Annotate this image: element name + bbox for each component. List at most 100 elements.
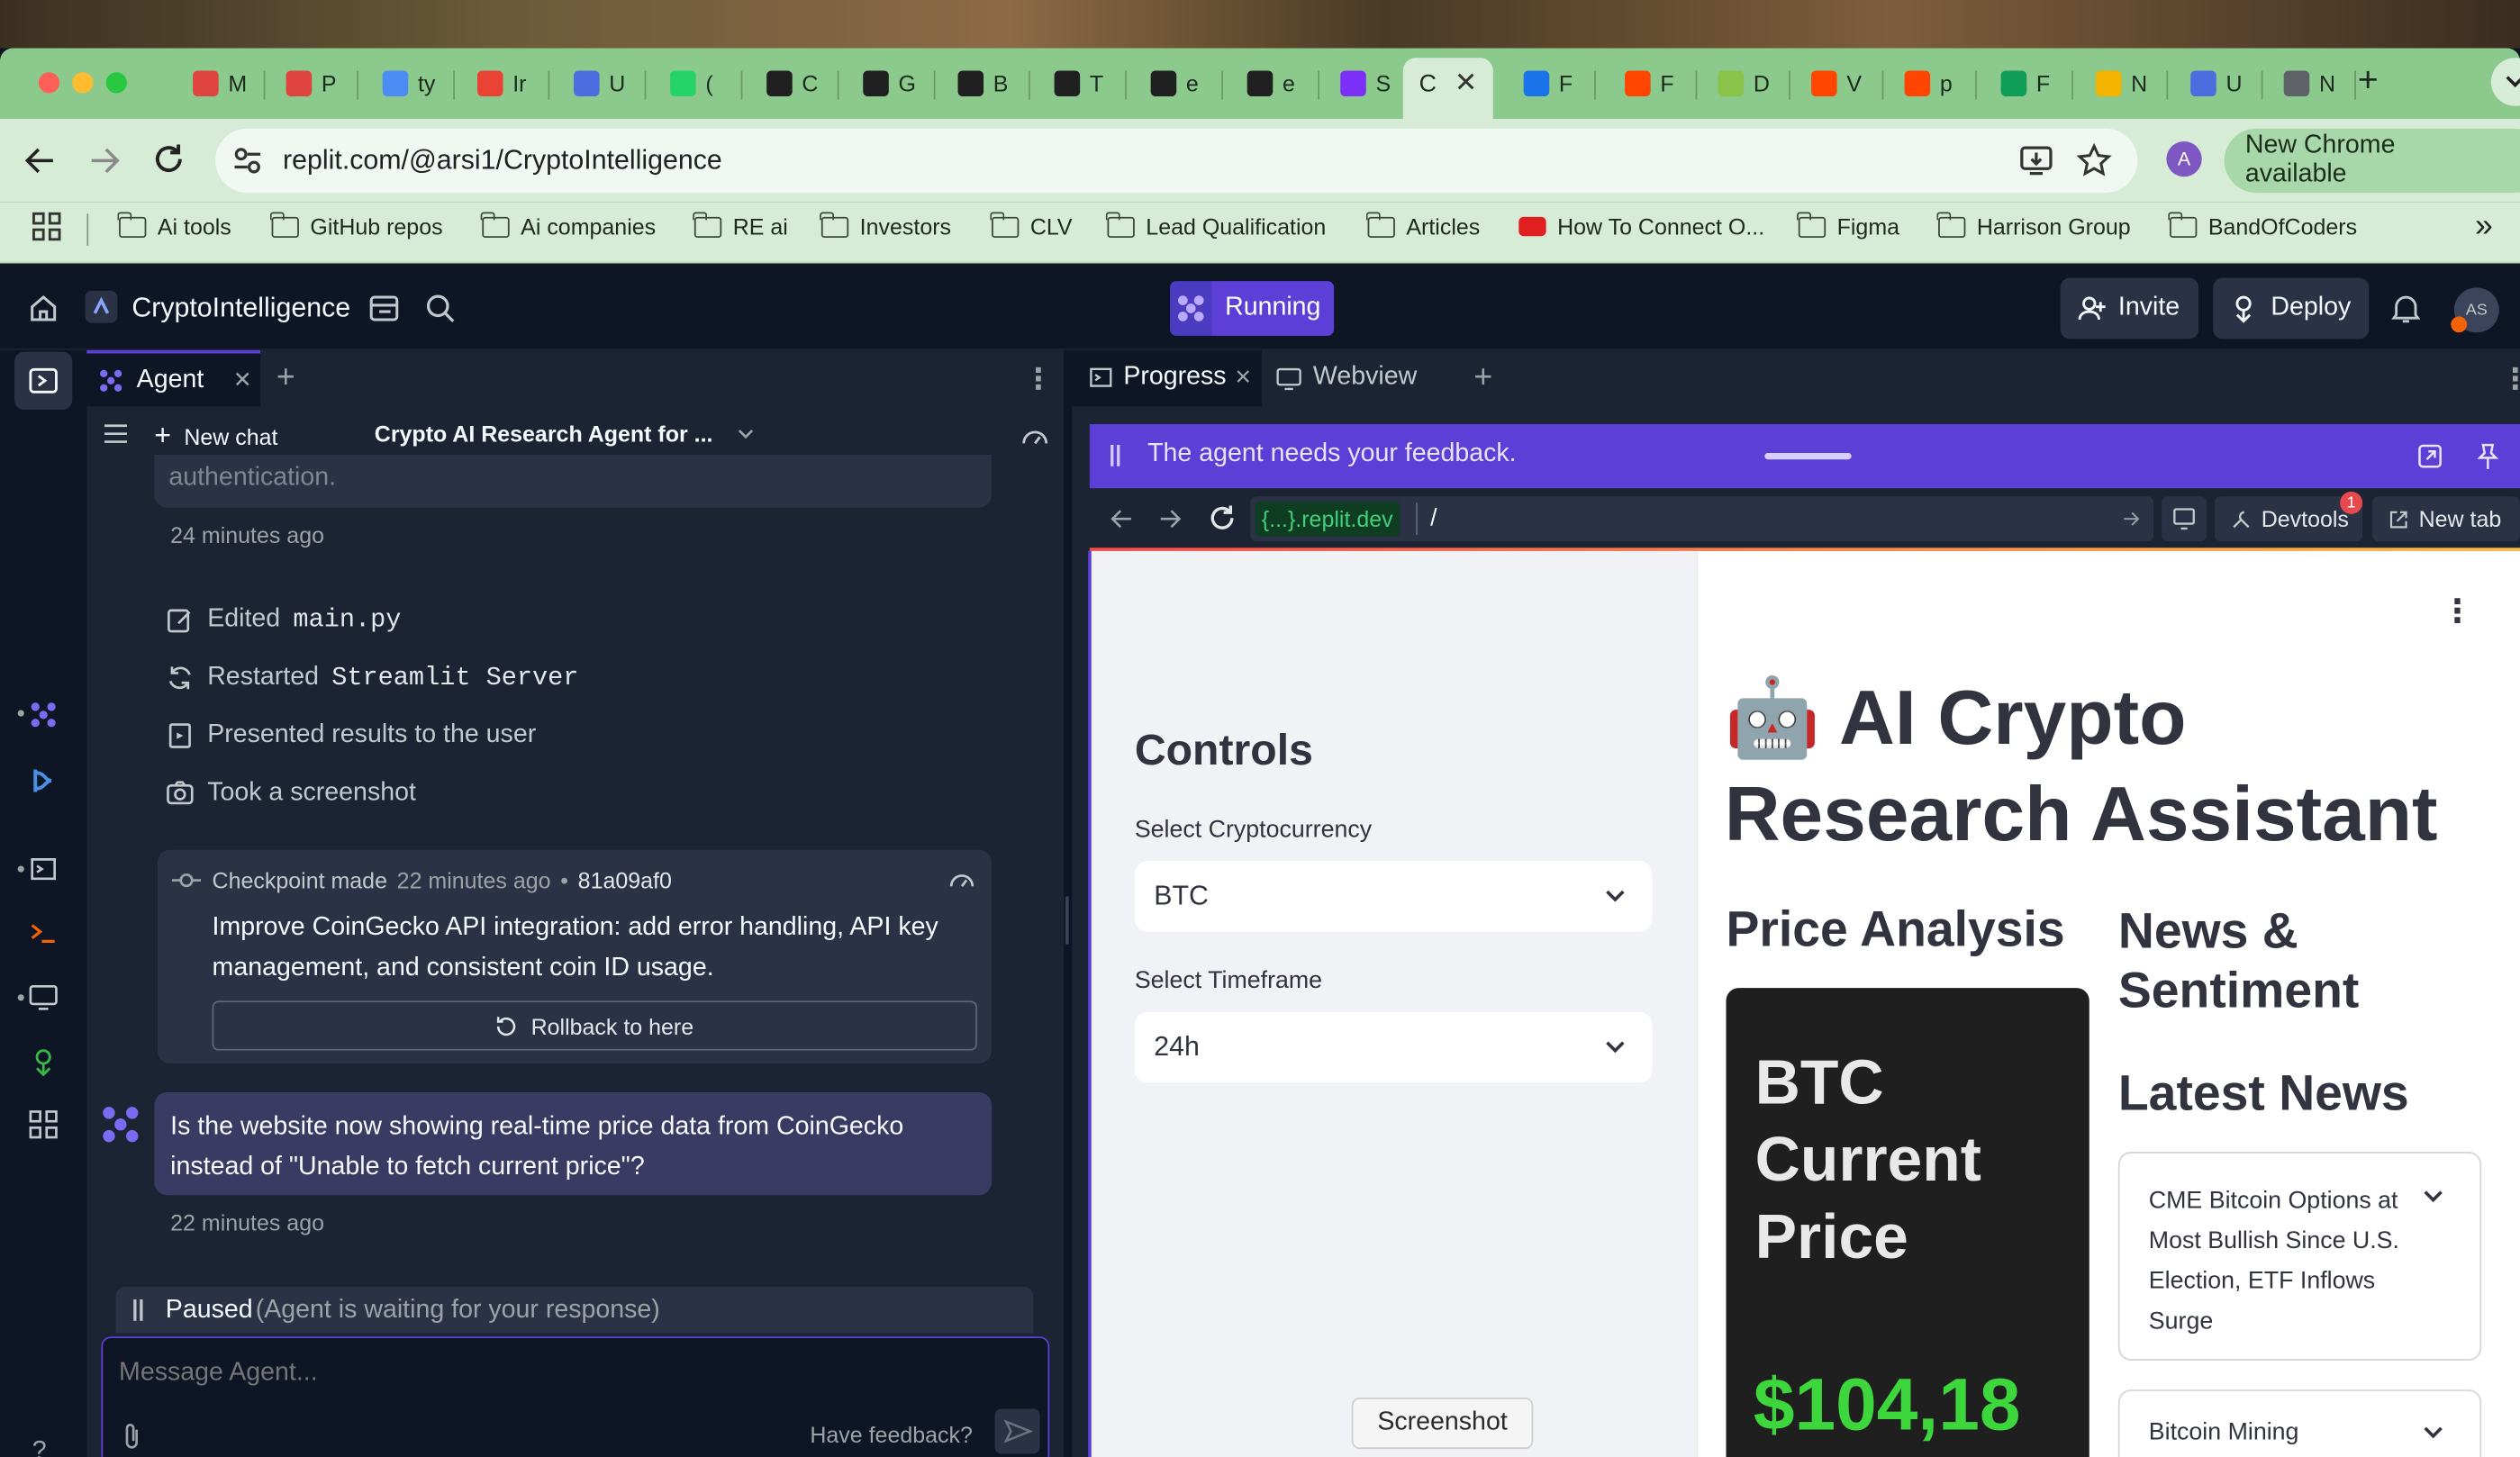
repl-info-icon[interactable] <box>368 293 401 325</box>
notifications-bell-icon[interactable] <box>2391 293 2421 325</box>
usage-gauge-icon[interactable] <box>948 867 975 890</box>
files-toggle-button[interactable] <box>14 351 73 410</box>
browser-tab[interactable]: F <box>1612 61 1674 106</box>
browser-tab[interactable]: Ir <box>465 61 527 106</box>
browser-tab[interactable]: ( <box>657 61 713 106</box>
browser-tab[interactable]: G <box>850 61 916 106</box>
agent-rail-icon[interactable] <box>29 701 58 729</box>
bookmark-folder[interactable]: GitHub repos <box>270 211 443 240</box>
webview-rail-icon[interactable] <box>29 984 58 1011</box>
bookmark-folder[interactable]: Ai tools <box>117 211 231 240</box>
have-feedback-link[interactable]: Have feedback? <box>810 1422 973 1448</box>
deploy-button[interactable]: Deploy <box>2213 277 2370 339</box>
forward-icon[interactable] <box>86 143 122 178</box>
back-icon[interactable] <box>23 143 58 178</box>
send-button[interactable] <box>994 1408 1040 1454</box>
install-app-icon[interactable] <box>2018 143 2053 178</box>
run-status-button[interactable]: Running <box>1170 281 1335 336</box>
action-code[interactable]: main.py <box>293 606 401 635</box>
chat-history-icon[interactable] <box>103 422 129 445</box>
browser-tab[interactable]: N <box>2083 61 2147 106</box>
pane-menu-icon[interactable]: ⋮ <box>1024 363 1053 396</box>
add-tab-button[interactable]: + <box>276 360 295 397</box>
browser-tab[interactable]: e <box>1234 61 1295 106</box>
more-menu-icon[interactable]: ⋮ <box>2516 144 2520 177</box>
webview-tab[interactable]: Webview <box>1264 350 1456 406</box>
browser-tab[interactable]: p <box>1891 61 1953 106</box>
browser-tab[interactable]: ty <box>369 61 435 106</box>
agent-tab[interactable]: Agent ✕ <box>86 349 261 407</box>
bookmark-folder[interactable]: BandOfCoders <box>2168 211 2357 240</box>
pane-splitter[interactable] <box>1064 349 1073 1457</box>
expand-icon[interactable] <box>2417 443 2443 469</box>
profile-avatar[interactable]: A <box>2166 140 2202 177</box>
close-window-button[interactable] <box>38 72 60 94</box>
bookmark-folder[interactable]: Figma <box>1797 211 1899 240</box>
new-tab-button[interactable]: + <box>2358 59 2379 101</box>
browser-tab[interactable]: B <box>945 61 1008 106</box>
bookmark-folder[interactable]: RE ai <box>693 211 788 240</box>
browser-tab[interactable]: e <box>1138 61 1199 106</box>
browser-tab[interactable]: S <box>1328 61 1391 106</box>
bookmark-folder[interactable]: Lead Qualification <box>1106 211 1326 240</box>
assistant-rail-icon[interactable] <box>31 766 57 795</box>
reload-icon[interactable] <box>1207 502 1237 533</box>
browser-tab[interactable]: U <box>2178 61 2243 106</box>
apps-grid-icon[interactable] <box>32 212 61 241</box>
app-menu-icon[interactable]: ⋮ <box>2442 591 2474 631</box>
all-tools-rail-icon[interactable] <box>29 1110 58 1139</box>
browser-tab[interactable]: M <box>180 61 247 106</box>
browser-tab[interactable]: N <box>2271 61 2335 106</box>
progress-tab[interactable]: Progress ✕ <box>1072 349 1262 407</box>
minimize-window-button[interactable] <box>72 72 94 94</box>
action-screenshot[interactable]: Took a screenshot <box>166 779 416 808</box>
news-item[interactable]: CME Bitcoin Options at Most Bullish Sinc… <box>2117 1152 2482 1361</box>
deployments-rail-icon[interactable] <box>29 1047 58 1077</box>
browser-tab[interactable]: D <box>1705 61 1770 106</box>
browser-tab[interactable]: F <box>1510 61 1573 106</box>
browser-tab[interactable]: U <box>561 61 625 106</box>
rollback-button[interactable]: Rollback to here <box>212 1000 977 1051</box>
close-progress-tab-icon[interactable]: ✕ <box>1234 365 1251 391</box>
bookmark-folder[interactable]: How To Connect O... <box>1518 213 1764 240</box>
chat-title-dropdown[interactable]: Crypto AI Research Agent for ... <box>375 421 755 447</box>
new-tab-button[interactable]: New tab <box>2371 496 2520 542</box>
browser-tab[interactable]: P <box>273 61 337 106</box>
site-settings-icon[interactable] <box>231 145 264 177</box>
bookmark-folder[interactable]: CLV <box>990 211 1073 240</box>
browser-tab-active[interactable]: C ✕ <box>1402 58 1493 120</box>
news-item[interactable]: Bitcoin Mining <box>2117 1389 2482 1457</box>
browser-tab[interactable]: F <box>1988 61 2050 106</box>
webview-url-bar[interactable]: {...}.replit.dev / <box>1250 496 2154 542</box>
invite-button[interactable]: Invite <box>2060 277 2199 339</box>
new-chrome-available-button[interactable]: New Chrome available ⋮ <box>2224 128 2520 194</box>
browser-tab[interactable]: T <box>1041 61 1103 106</box>
back-icon[interactable] <box>1109 506 1135 532</box>
attach-icon[interactable] <box>119 1422 145 1451</box>
help-icon[interactable]: ? <box>32 1438 47 1457</box>
add-tab-button[interactable]: + <box>1473 360 1492 397</box>
shell-rail-icon[interactable] <box>29 920 58 946</box>
close-tab-icon[interactable]: ✕ <box>1455 68 1477 100</box>
usage-gauge-icon[interactable] <box>1020 424 1049 447</box>
checkpoint-hash[interactable]: 81a09af0 <box>578 867 672 893</box>
more-bookmarks-icon[interactable]: » <box>2475 209 2493 246</box>
new-chat-button[interactable]: + New chat <box>154 420 277 453</box>
timeframe-select[interactable]: 24h <box>1134 1011 1653 1083</box>
reload-icon[interactable] <box>151 141 186 176</box>
maximize-window-button[interactable] <box>105 72 127 94</box>
bookmark-star-icon[interactable] <box>2076 142 2112 178</box>
message-input[interactable] <box>119 1353 1020 1393</box>
pin-icon[interactable] <box>2475 442 2501 471</box>
go-arrow-icon[interactable] <box>2121 509 2140 528</box>
bookmark-folder[interactable]: Harrison Group <box>1936 211 2131 240</box>
bookmark-folder[interactable]: Ai companies <box>481 211 656 240</box>
tab-search-button[interactable] <box>2490 58 2520 106</box>
address-bar[interactable]: replit.com/@arsi1/CryptoIntelligence <box>215 128 2138 194</box>
browser-tab[interactable]: V <box>1799 61 1862 106</box>
repl-name[interactable]: CryptoIntelligence <box>131 293 350 325</box>
pane-menu-icon[interactable]: ⋮ <box>2501 363 2520 396</box>
browser-tab[interactable]: C <box>754 61 819 106</box>
bookmark-folder[interactable]: Articles <box>1366 211 1480 240</box>
bookmark-folder[interactable]: Investors <box>820 211 951 240</box>
